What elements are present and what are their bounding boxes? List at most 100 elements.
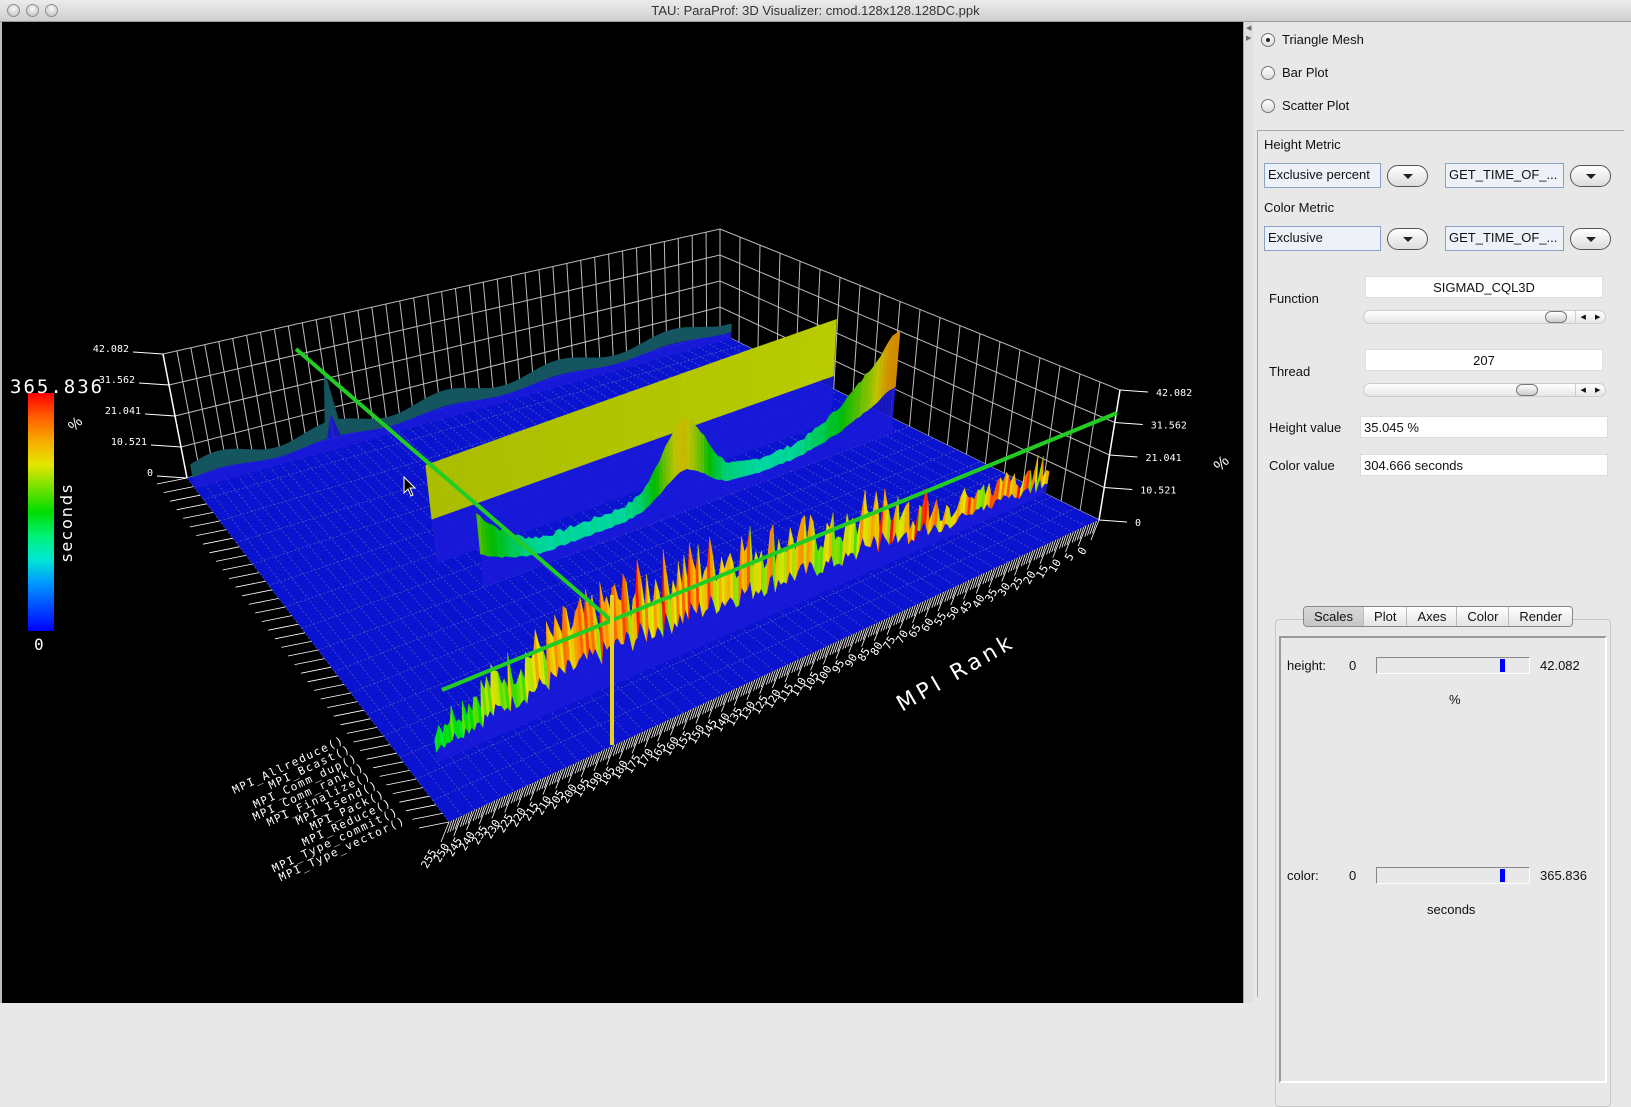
color-metric-dropdown-button[interactable] xyxy=(1387,228,1428,250)
function-tick xyxy=(301,666,332,674)
surface-strip-base xyxy=(730,597,734,634)
rank-tick xyxy=(1048,541,1054,554)
side-wall-gridline xyxy=(965,333,981,455)
tab-color[interactable]: Color xyxy=(1457,607,1510,626)
minimize-window-button[interactable] xyxy=(26,4,39,17)
surface-strip xyxy=(718,456,723,480)
rank-tick xyxy=(1046,542,1051,555)
surface-strip-base xyxy=(583,368,591,380)
radio-bar-plot[interactable]: Bar Plot xyxy=(1261,65,1328,80)
side-wall-gridline xyxy=(738,237,741,343)
surface-strip xyxy=(386,415,396,427)
rank-tick xyxy=(523,785,529,798)
rank-tick xyxy=(600,749,605,762)
surface-strip-base xyxy=(448,403,457,418)
back-wall-gridline xyxy=(454,288,468,402)
surface-strip-base xyxy=(806,450,811,466)
rank-tick xyxy=(809,652,814,665)
surface-strip xyxy=(690,326,699,340)
back-wall-gridline xyxy=(413,297,428,413)
rank-tick xyxy=(893,613,899,626)
scroll-left-icon[interactable]: ◀ xyxy=(1581,386,1586,394)
surface-strip-base xyxy=(690,469,695,509)
height-counter-select[interactable]: GET_TIME_OF_... xyxy=(1445,163,1564,188)
surface-strip xyxy=(693,423,698,472)
color-scale-slider[interactable] xyxy=(1376,867,1530,884)
surface-strip-base xyxy=(758,588,762,621)
split-pane-divider[interactable]: ◀ ▶ xyxy=(1243,22,1253,1003)
thread-scrollbar[interactable]: ◀ ▶ xyxy=(1363,383,1606,397)
function-field[interactable]: SIGMAD_CQL3D xyxy=(1365,276,1603,298)
surface-strip xyxy=(481,387,490,400)
height-metric-dropdown-button[interactable] xyxy=(1387,165,1428,187)
rank-tick xyxy=(549,773,554,786)
surface-strip xyxy=(643,338,651,354)
scroll-right-icon[interactable]: ▶ xyxy=(1595,386,1600,394)
surface-strip-base xyxy=(605,528,610,542)
side-wall-gridline xyxy=(1041,365,1061,493)
tab-plot[interactable]: Plot xyxy=(1364,607,1408,626)
surface-strip-base xyxy=(475,399,484,410)
thread-scroll-thumb[interactable] xyxy=(1516,384,1538,396)
rank-tick xyxy=(918,601,924,614)
surface-strip xyxy=(656,331,665,349)
surface-strip xyxy=(737,351,744,411)
surface-strip xyxy=(727,355,734,414)
zoom-window-button[interactable] xyxy=(45,4,58,17)
height-tick xyxy=(1098,519,1128,523)
surface-strip-base xyxy=(776,463,780,477)
tab-axes[interactable]: Axes xyxy=(1407,607,1458,626)
height-scale-slider[interactable] xyxy=(1376,657,1530,674)
rank-tick xyxy=(740,684,746,697)
rank-tick xyxy=(602,748,608,761)
collapse-right-arrow-icon[interactable]: ▶ xyxy=(1246,34,1251,42)
window-title: TAU: ParaProf: 3D Visualizer: cmod.128x1… xyxy=(651,3,980,18)
surface-strip-base xyxy=(745,475,750,489)
function-tick xyxy=(327,701,358,708)
close-window-button[interactable] xyxy=(7,4,20,17)
surface-strip xyxy=(528,369,537,386)
rank-tick xyxy=(526,783,531,797)
tab-scales[interactable]: Scales xyxy=(1304,607,1365,626)
color-value-label: Color value xyxy=(1269,458,1335,473)
radio-triangle-mesh[interactable]: Triangle Mesh xyxy=(1261,32,1364,47)
color-scale-thumb[interactable] xyxy=(1499,869,1505,882)
back-wall-gridline xyxy=(190,347,215,471)
height-scale-thumb[interactable] xyxy=(1499,659,1505,672)
height-metric-select[interactable]: Exclusive percent xyxy=(1264,163,1381,188)
surface-strip-base xyxy=(608,527,613,540)
function-tick xyxy=(346,727,378,734)
height-value-field[interactable]: 35.045 % xyxy=(1360,416,1608,438)
color-metric-select[interactable]: Exclusive xyxy=(1264,226,1381,251)
tab-render[interactable]: Render xyxy=(1509,607,1572,626)
surface-strip-base xyxy=(737,408,743,456)
rank-tick xyxy=(1089,522,1095,535)
function-tick xyxy=(353,735,384,743)
surface-strip-base xyxy=(549,375,557,390)
color-counter-dropdown-button[interactable] xyxy=(1570,228,1611,250)
back-wall-gridline xyxy=(427,294,441,410)
thread-field[interactable]: 207 xyxy=(1365,349,1603,371)
surface-strip xyxy=(515,377,524,391)
surface-strip-base xyxy=(725,480,729,497)
color-value-field[interactable]: 304.666 seconds xyxy=(1360,454,1608,476)
radio-scatter-plot[interactable]: Scatter Plot xyxy=(1261,98,1349,113)
scroll-left-icon[interactable]: ◀ xyxy=(1581,313,1586,321)
side-wall-gridline xyxy=(852,285,861,399)
3d-plot[interactable]: 0 0 10.521 10.521 21.041 21.041 31.562 31.562 42… xyxy=(2,22,1245,1003)
surface-strip-base xyxy=(598,531,603,544)
3d-plot-canvas[interactable]: 0 0 10.521 10.521 21.041 21.041 31.562 31.562 42… xyxy=(0,22,1243,1003)
rank-tick xyxy=(908,606,914,619)
function-scroll-thumb[interactable] xyxy=(1544,311,1567,323)
rank-tick xyxy=(962,581,967,594)
color-counter-select[interactable]: GET_TIME_OF_... xyxy=(1445,226,1564,251)
height-scale-unit: % xyxy=(1449,692,1461,707)
surface-strip xyxy=(712,360,719,420)
surface-strip xyxy=(759,457,764,474)
scroll-right-icon[interactable]: ▶ xyxy=(1595,313,1600,321)
surface-strip xyxy=(755,458,760,474)
function-scrollbar[interactable]: ◀ ▶ xyxy=(1363,310,1606,324)
side-wall-gridline xyxy=(909,309,921,427)
collapse-left-arrow-icon[interactable]: ◀ xyxy=(1246,24,1251,32)
height-counter-dropdown-button[interactable] xyxy=(1570,165,1611,187)
